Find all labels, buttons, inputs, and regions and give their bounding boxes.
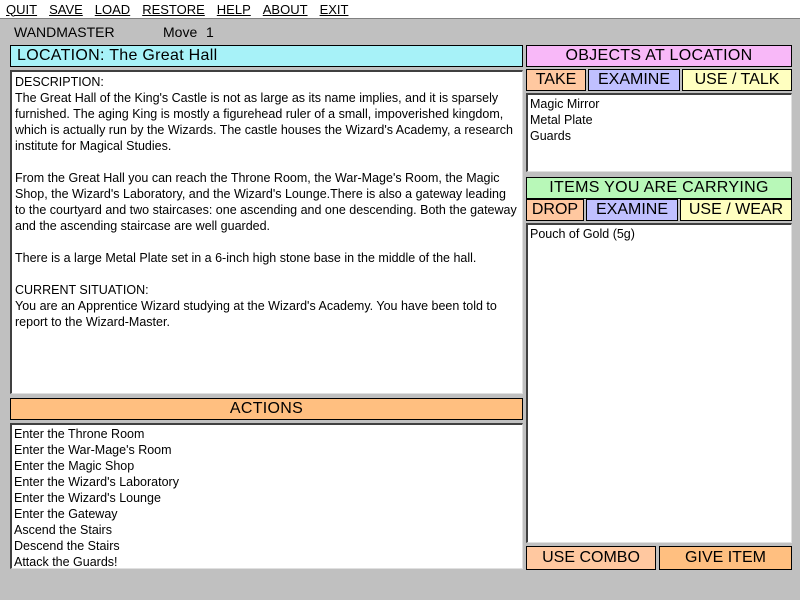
use-talk-button[interactable]: USE / TALK [682, 69, 792, 91]
give-item-button[interactable]: GIVE ITEM [659, 546, 792, 570]
examine-item-button[interactable]: EXAMINE [586, 199, 678, 221]
menu-save[interactable]: SAVE [43, 2, 89, 17]
menu-quit[interactable]: QUIT [0, 2, 43, 17]
objects-header: OBJECTS AT LOCATION [526, 45, 792, 67]
menu-exit-label: EXIT [319, 1, 349, 17]
items-header: ITEMS YOU ARE CARRYING [526, 177, 792, 199]
objects-list: Magic Mirror Metal Plate Guards [526, 93, 792, 172]
menu-save-label: SAVE [49, 1, 83, 17]
action-enter-war-mages-room[interactable]: Enter the War-Mage's Room [14, 442, 520, 458]
items-list: Pouch of Gold (5g) [526, 223, 792, 543]
action-enter-wizards-lounge[interactable]: Enter the Wizard's Lounge [14, 490, 520, 506]
menu-load-label: LOAD [94, 1, 131, 17]
menu-quit-label: QUIT [6, 1, 38, 17]
menu-load[interactable]: LOAD [89, 2, 136, 17]
app-title: WANDMASTER [14, 24, 115, 40]
menu-bar: QUIT SAVE LOAD RESTORE HELP ABOUT EXIT [0, 0, 800, 19]
menu-help-label: HELP [216, 1, 251, 17]
drop-button[interactable]: DROP [526, 199, 584, 221]
use-combo-button[interactable]: USE COMBO [526, 546, 656, 570]
object-metal-plate[interactable]: Metal Plate [530, 112, 789, 128]
action-enter-throne-room[interactable]: Enter the Throne Room [14, 426, 520, 442]
action-enter-wizards-laboratory[interactable]: Enter the Wizard's Laboratory [14, 474, 520, 490]
action-attack-guards[interactable]: Attack the Guards! [14, 554, 520, 568]
item-pouch-of-gold[interactable]: Pouch of Gold (5g) [530, 226, 789, 242]
action-ascend-stairs[interactable]: Ascend the Stairs [14, 522, 520, 538]
action-enter-gateway[interactable]: Enter the Gateway [14, 506, 520, 522]
items-button-row: DROP EXAMINE USE / WEAR [526, 199, 792, 221]
menu-about-label: ABOUT [262, 1, 308, 17]
actions-header: ACTIONS [10, 398, 523, 420]
objects-button-row: TAKE EXAMINE USE / TALK [526, 69, 792, 91]
take-button[interactable]: TAKE [526, 69, 586, 91]
bottom-button-row: USE COMBO GIVE ITEM [526, 546, 792, 570]
object-magic-mirror[interactable]: Magic Mirror [530, 96, 789, 112]
actions-list: Enter the Throne Room Enter the War-Mage… [10, 423, 523, 569]
object-guards[interactable]: Guards [530, 128, 789, 144]
menu-restore-label: RESTORE [142, 1, 205, 17]
menu-about[interactable]: ABOUT [257, 2, 314, 17]
action-enter-magic-shop[interactable]: Enter the Magic Shop [14, 458, 520, 474]
location-header: LOCATION: The Great Hall [10, 45, 523, 67]
examine-object-button[interactable]: EXAMINE [588, 69, 680, 91]
title-row: WANDMASTER Move 1 [0, 20, 800, 42]
menu-restore[interactable]: RESTORE [136, 2, 211, 17]
menu-exit[interactable]: EXIT [314, 2, 355, 17]
menu-help[interactable]: HELP [211, 2, 257, 17]
move-label: Move [163, 24, 198, 40]
use-wear-button[interactable]: USE / WEAR [680, 199, 792, 221]
action-descend-stairs[interactable]: Descend the Stairs [14, 538, 520, 554]
description-text: DESCRIPTION: The Great Hall of the King'… [10, 70, 523, 394]
move-counter: 1 [206, 24, 214, 40]
